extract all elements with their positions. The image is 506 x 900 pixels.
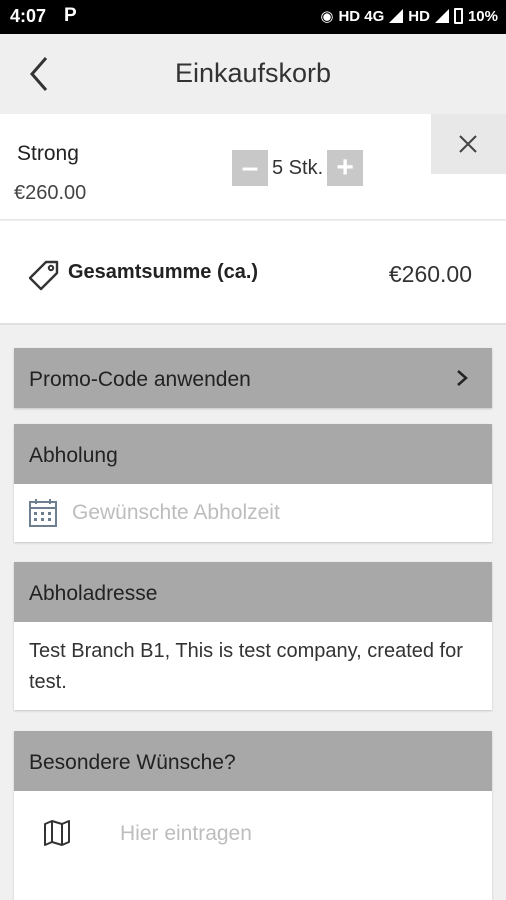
wishes-input[interactable]: Hier eintragen [120, 822, 252, 846]
wishes-section: Besondere Wünsche? Hier eintragen [14, 731, 492, 900]
increase-quantity-button[interactable]: + [327, 150, 364, 186]
pickup-time-placeholder: Gewünschte Abholzeit [72, 501, 280, 524]
status-indicators: ◉ HD 4G HD 10% [320, 7, 498, 26]
status-bar: 4:07 P ◉ HD 4G HD 10% [0, 0, 506, 34]
status-time: 4:07 [10, 6, 47, 26]
address-text: Test Branch B1, This is test company, cr… [29, 640, 463, 693]
map-icon [44, 820, 70, 846]
total-row: Gesamtsumme (ca.) €260.00 [0, 221, 506, 325]
battery-icon [453, 8, 463, 24]
total-label: Gesamtsumme (ca.) [68, 261, 259, 283]
calendar-icon [29, 499, 57, 527]
hotspot-icon: ◉ [320, 8, 334, 25]
wishes-header: Besondere Wünsche? [14, 731, 492, 791]
chevron-right-icon [457, 370, 468, 386]
address-header: Abholadresse [14, 562, 492, 622]
close-icon [459, 135, 477, 153]
pickup-header: Abholung [14, 424, 492, 484]
decrease-quantity-button[interactable]: – [232, 150, 268, 186]
item-name: Strong [17, 142, 79, 165]
quantity-stepper: – 5 Stk. + [232, 150, 364, 186]
promo-label: Promo-Code anwenden [14, 348, 492, 408]
cart-item: Strong €260.00 – 5 Stk. + [0, 114, 506, 220]
price-tag-icon [28, 260, 59, 291]
network-label-2: HD [408, 7, 430, 25]
page-title: Einkaufskorb [174, 58, 332, 88]
item-price: €260.00 [14, 182, 87, 204]
battery-level: 10% [467, 7, 498, 25]
network-label: HD 4G [338, 7, 385, 25]
pickup-section: Abholung Gewünschte Abholzeit [14, 424, 492, 542]
total-value: €260.00 [388, 261, 472, 287]
pickup-time-field[interactable]: Gewünschte Abholzeit [14, 484, 492, 542]
signal-icon-2 [434, 9, 449, 23]
quantity-value: 5 Stk. [272, 156, 324, 179]
promo-code-button[interactable]: Promo-Code anwenden [14, 348, 492, 408]
remove-item-button[interactable] [431, 114, 506, 174]
app-notification-icon: P [64, 5, 77, 26]
app-bar: Einkaufskorb [0, 34, 506, 114]
signal-icon [389, 9, 404, 23]
address-section: Abholadresse Test Branch B1, This is tes… [14, 562, 492, 710]
